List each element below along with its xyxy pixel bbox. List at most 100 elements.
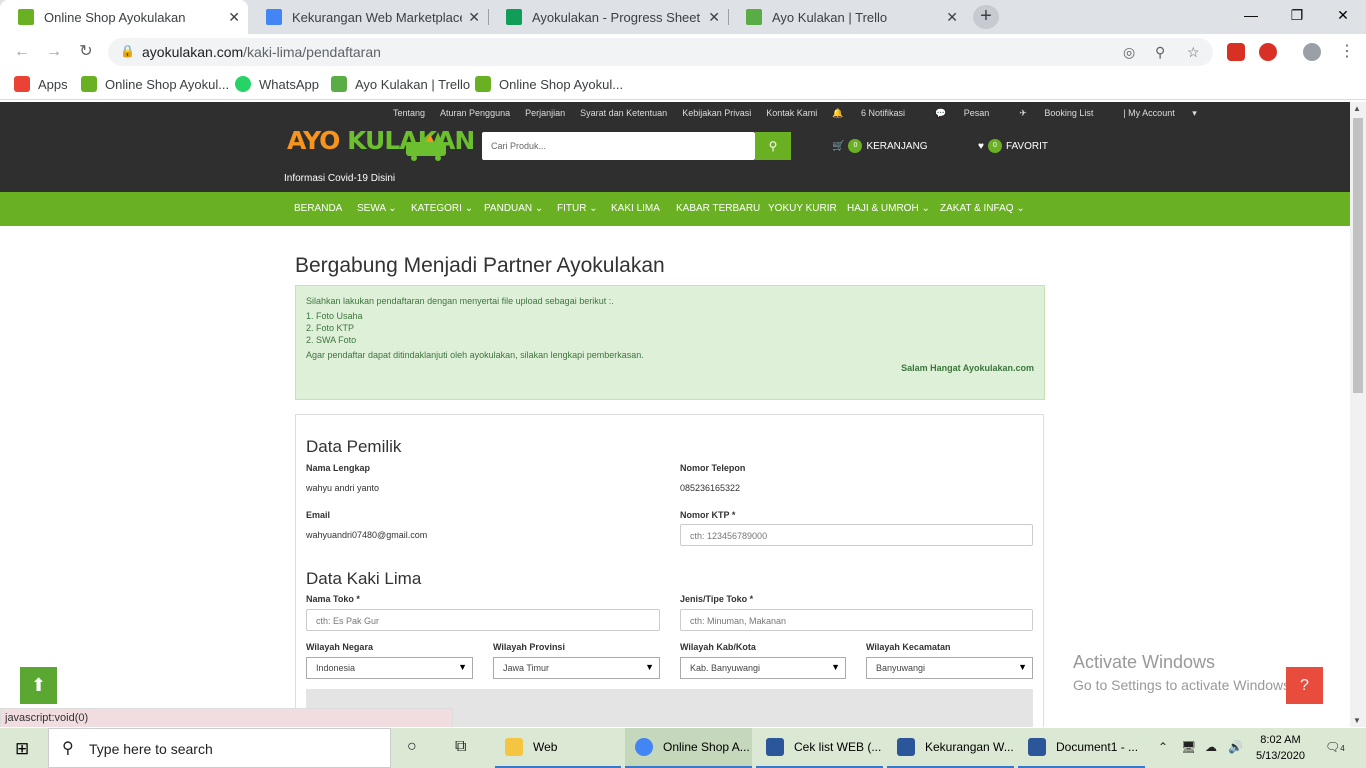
- tab-online-shop[interactable]: Online Shop Ayokulakan ✕: [0, 0, 248, 34]
- taskbar-app-web[interactable]: Web: [495, 728, 621, 768]
- province-select[interactable]: Jawa Timur ▼: [493, 657, 660, 679]
- windows-start-icon[interactable]: ⊞: [15, 739, 29, 759]
- logo-cart-icon: [406, 132, 446, 161]
- plane-icon: ✈: [1019, 108, 1030, 118]
- tab-kekurangan[interactable]: Kekurangan Web Marketplace Ayoku ✕: [248, 0, 488, 34]
- scroll-down-icon[interactable]: ▼: [1353, 716, 1361, 725]
- name-label: Nama Lengkap: [306, 463, 371, 473]
- task-view-icon[interactable]: ⧉: [455, 738, 466, 756]
- fav-count-badge: 0: [987, 139, 1002, 153]
- star-icon[interactable]: ☆: [1187, 44, 1200, 61]
- store-name-input[interactable]: cth: Es Pak Gur: [306, 609, 660, 631]
- link-booking[interactable]: ✈ Booking List: [1019, 108, 1108, 119]
- close-tab-icon[interactable]: ✕: [708, 9, 720, 26]
- country-select[interactable]: Indonesia ▼: [306, 657, 473, 679]
- nav-sewa[interactable]: SEWA ⌄: [357, 203, 397, 214]
- link-notifikasi[interactable]: 🔔 6 Notifikasi: [832, 108, 920, 119]
- covid-info-link[interactable]: Informasi Covid-19 Disini: [284, 173, 395, 184]
- close-tab-icon[interactable]: ✕: [946, 9, 958, 26]
- district-select[interactable]: Banyuwangi ▼: [866, 657, 1033, 679]
- taskbar-app-word-3[interactable]: Document1 - ...: [1018, 728, 1145, 768]
- favorites-link[interactable]: ♥ 0 FAVORIT: [978, 139, 1048, 153]
- phone-label: Nomor Telepon: [680, 463, 746, 473]
- taskbar-search[interactable]: ⚲ Type here to search: [48, 728, 391, 768]
- scroll-thumb[interactable]: [1353, 118, 1363, 393]
- bookmark-whatsapp[interactable]: WhatsApp: [235, 76, 319, 92]
- store-name-label: Nama Toko *: [306, 594, 360, 604]
- nav-zakat-infaq[interactable]: ZAKAT & INFAQ ⌄: [940, 203, 1025, 214]
- address-bar[interactable]: 🔒 ayokulakan.com/kaki-lima/pendaftaran ◎…: [108, 38, 1213, 66]
- link-kontak[interactable]: Kontak Kami: [766, 108, 817, 119]
- cart-link[interactable]: 🛒 0 KERANJANG: [832, 139, 928, 153]
- nav-fitur[interactable]: FITUR ⌄: [557, 203, 598, 214]
- search-button[interactable]: ⚲: [755, 132, 791, 160]
- registration-notice: Silahkan lakukan pendaftaran dengan meny…: [295, 285, 1045, 400]
- extension-icon[interactable]: [1227, 43, 1245, 61]
- nav-yokuy-kurir[interactable]: YOKUY KURIR: [768, 203, 837, 214]
- scroll-up-icon[interactable]: ▲: [1353, 104, 1361, 113]
- link-kebijakan[interactable]: Kebijakan Privasi: [682, 108, 751, 119]
- nav-haji-umroh[interactable]: HAJI & UMROH ⌄: [847, 203, 930, 214]
- close-tab-icon[interactable]: ✕: [228, 9, 240, 26]
- bookmarks-bar: Apps Online Shop Ayokul... WhatsApp Ayo …: [0, 70, 1366, 100]
- bookmark-trello[interactable]: Ayo Kulakan | Trello: [331, 76, 470, 92]
- new-tab-button[interactable]: +: [973, 5, 999, 29]
- link-perjanjian[interactable]: Perjanjian: [525, 108, 565, 119]
- close-tab-icon[interactable]: ✕: [468, 9, 480, 26]
- restore-button[interactable]: ❐: [1274, 0, 1320, 30]
- volume-icon[interactable]: 🔊: [1228, 740, 1243, 754]
- email-label: Email: [306, 510, 331, 520]
- nav-kategori[interactable]: KATEGORI ⌄: [411, 203, 473, 214]
- trello-icon: [746, 9, 762, 25]
- adblock-icon[interactable]: [1259, 43, 1277, 61]
- help-button[interactable]: ?: [1286, 667, 1323, 704]
- district-label: Wilayah Kecamatan: [866, 642, 951, 652]
- name-value: wahyu andri yanto: [306, 483, 380, 493]
- bookmark-online-shop-2[interactable]: Online Shop Ayokul...: [475, 76, 623, 92]
- back-icon[interactable]: ←: [12, 42, 32, 62]
- taskbar-app-word-1[interactable]: Cek list WEB (...: [756, 728, 883, 768]
- nav-beranda[interactable]: BERANDA: [294, 203, 342, 214]
- nav-kaki-lima[interactable]: KAKI LIMA: [611, 203, 660, 214]
- network-icon[interactable]: 🖥: [1181, 740, 1196, 754]
- forward-icon[interactable]: →: [44, 42, 64, 62]
- bookmark-apps[interactable]: Apps: [14, 76, 68, 92]
- link-tentang[interactable]: Tentang: [393, 108, 425, 119]
- link-my-account[interactable]: | My Account ▾: [1123, 108, 1196, 119]
- profile-icon[interactable]: [1303, 43, 1321, 61]
- taskbar-app-chrome[interactable]: Online Shop A...: [625, 728, 752, 768]
- apps-grid-icon: [14, 76, 30, 92]
- ktp-input[interactable]: cth: 123456789000: [680, 524, 1033, 546]
- taskbar-app-word-2[interactable]: Kekurangan W...: [887, 728, 1014, 768]
- nav-panduan[interactable]: PANDUAN ⌄: [484, 203, 543, 214]
- scroll-to-top-button[interactable]: ⬆: [20, 667, 57, 704]
- link-aturan[interactable]: Aturan Pengguna: [440, 108, 510, 119]
- menu-icon[interactable]: ⋮: [1337, 42, 1357, 62]
- dropdown-arrow-icon: ▼: [645, 662, 654, 672]
- link-pesan[interactable]: 💬 Pesan: [935, 108, 1004, 119]
- activate-windows-watermark: Activate Windows Go to Settings to activ…: [1073, 652, 1294, 693]
- taskbar-clock[interactable]: 8:02 AM 5/13/2020: [1256, 732, 1305, 764]
- link-syarat[interactable]: Syarat dan Ketentuan: [580, 108, 667, 119]
- nav-kabar-terbaru[interactable]: KABAR TERBARU: [676, 203, 760, 214]
- province-label: Wilayah Provinsi: [493, 642, 565, 652]
- search-input[interactable]: Cari Produk...: [482, 132, 755, 160]
- onedrive-icon[interactable]: ☁: [1205, 740, 1217, 754]
- tray-chevron-icon[interactable]: ⌃: [1158, 740, 1168, 754]
- minimize-button[interactable]: —: [1228, 0, 1274, 30]
- page-scrollbar[interactable]: ▲ ▼: [1350, 102, 1366, 727]
- reload-icon[interactable]: ↻: [76, 42, 96, 62]
- close-window-button[interactable]: ✕: [1320, 0, 1366, 30]
- notification-icon[interactable]: 🗨4: [1325, 740, 1345, 754]
- zoom-icon[interactable]: ⚲: [1155, 44, 1165, 61]
- tab-trello[interactable]: Ayo Kulakan | Trello ✕: [728, 0, 966, 34]
- tab-progress-sheet[interactable]: Ayokulakan - Progress Sheet (Yudi) ✕: [488, 0, 728, 34]
- cortana-icon[interactable]: ○: [407, 738, 417, 756]
- url-domain: ayokulakan.com: [142, 44, 244, 60]
- bookmark-online-shop-1[interactable]: Online Shop Ayokul...: [81, 76, 229, 92]
- location-icon[interactable]: ◎: [1123, 44, 1135, 61]
- city-select[interactable]: Kab. Banyuwangi ▼: [680, 657, 846, 679]
- bell-icon: 🔔: [832, 108, 846, 118]
- email-value: wahyuandri07480@gmail.com: [306, 530, 428, 540]
- store-type-input[interactable]: cth: Minuman, Makanan: [680, 609, 1033, 631]
